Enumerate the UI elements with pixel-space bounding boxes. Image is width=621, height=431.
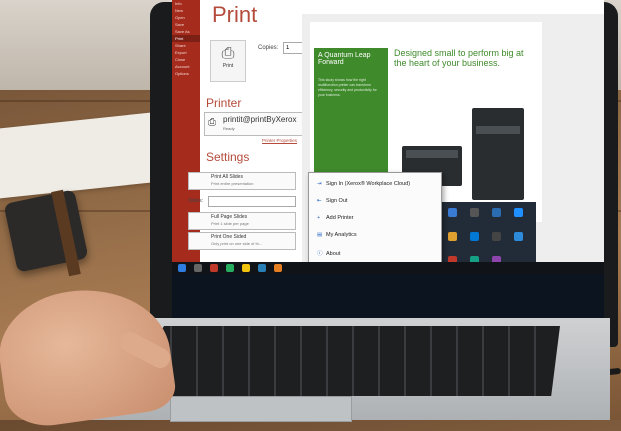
settings-heading: Settings xyxy=(206,150,250,164)
sidebar-item-save-as[interactable]: Save As xyxy=(172,28,200,35)
context-menu-label: About xyxy=(326,251,341,257)
context-menu-label: Add Printer xyxy=(326,215,354,221)
search-icon[interactable] xyxy=(194,264,202,272)
sidebar-item-info[interactable]: Info xyxy=(172,0,200,7)
option-sub: Print entire presentation xyxy=(211,181,254,186)
sidebar-item-save[interactable]: Save xyxy=(172,21,200,28)
copies-control: Copies: xyxy=(258,42,308,54)
layout-dropdown[interactable]: Full Page Slides Print 1 slide per page xyxy=(188,212,296,230)
printer-properties-link[interactable]: Printer Properties xyxy=(262,138,297,143)
taskbar-app-icon[interactable] xyxy=(226,264,234,272)
context-menu-label: My Analytics xyxy=(326,232,357,238)
option-main: Full Page Slides xyxy=(211,214,248,220)
printer-name: printit@printByXerox xyxy=(223,115,297,124)
tray-app-icon[interactable] xyxy=(514,232,523,241)
sidebar-item-account[interactable]: Account xyxy=(172,63,200,70)
context-menu-label: Sign In (Xerox® Workplace Cloud) xyxy=(326,181,411,187)
tray-app-icon[interactable] xyxy=(514,208,523,217)
trackpad xyxy=(170,396,352,422)
info-icon: ⓘ xyxy=(317,251,323,257)
printer-heading: Printer xyxy=(206,96,242,110)
analytics-icon: ▤ xyxy=(317,232,323,238)
slides-input[interactable] xyxy=(208,196,296,207)
tray-app-icon[interactable] xyxy=(448,232,457,241)
context-menu-item[interactable]: ⓘ About xyxy=(317,249,340,257)
green-panel-text: This study shows how the right multifunc… xyxy=(318,78,377,97)
sidebar-item-print[interactable]: Print xyxy=(172,35,200,42)
keyboard xyxy=(120,326,560,396)
copies-label: Copies: xyxy=(258,45,279,51)
tray-app-icon[interactable] xyxy=(448,208,457,217)
sidebar-item-open[interactable]: Open xyxy=(172,14,200,21)
sidebar-item-options[interactable]: Options xyxy=(172,70,200,77)
context-menu-label: Sign Out xyxy=(326,198,348,204)
tray-app-icon[interactable] xyxy=(492,232,501,241)
sidebar-list: Info New Open Save Save As Print Share Export Cl… xyxy=(172,0,200,77)
sidebar-item-share[interactable]: Share xyxy=(172,42,200,49)
context-menu-item[interactable]: ▤ My Analytics xyxy=(317,232,357,238)
tray-app-icon[interactable] xyxy=(470,208,479,217)
sidebar-item-new[interactable]: New xyxy=(172,7,200,14)
start-icon[interactable] xyxy=(178,264,186,272)
tray-app-icon[interactable] xyxy=(492,208,501,217)
printer-dropdown[interactable]: ⎙ printit@printByXerox Ready xyxy=(204,112,308,136)
add-printer-icon: + xyxy=(317,215,321,221)
tray-app-icon[interactable] xyxy=(470,232,479,241)
option-main: Print One Sided xyxy=(211,234,247,240)
slides-label: Slides: xyxy=(188,198,204,204)
laptop-screen: Info New Open Save Save As Print Share Export Cl… xyxy=(172,0,604,336)
taskbar-app-icon[interactable] xyxy=(242,264,250,272)
printer-device-icon: ⎙ xyxy=(208,117,216,128)
green-panel-title: A Quantum Leap Forward xyxy=(318,52,371,66)
sidebar-item-export[interactable]: Export xyxy=(172,49,200,56)
paper-stack xyxy=(0,111,160,199)
printer-status: Ready xyxy=(223,126,235,131)
option-sub: Print 1 slide per page xyxy=(211,221,249,226)
sidebar-item-close[interactable]: Close xyxy=(172,56,200,63)
sides-dropdown[interactable]: Print One Sided Only print on one side o… xyxy=(188,232,296,250)
context-menu-item[interactable]: ⇤ Sign Out xyxy=(317,198,347,204)
sign-out-icon: ⇤ xyxy=(317,198,322,204)
context-menu-item[interactable]: + Add Printer xyxy=(317,215,354,221)
context-menu-item[interactable]: ⇥ Sign In (Xerox® Workplace Cloud) xyxy=(317,181,410,187)
taskbar-app-icon[interactable] xyxy=(210,264,218,272)
taskbar-app-icon[interactable] xyxy=(258,264,266,272)
option-sub: Only print on one side of th... xyxy=(211,241,263,246)
sign-in-icon: ⇥ xyxy=(317,181,322,187)
print-button-label: Print xyxy=(222,63,234,69)
option-main: Print All Slides xyxy=(211,174,243,180)
taskbar-app-icon[interactable] xyxy=(274,264,282,272)
print-button[interactable]: ⎙ Print xyxy=(210,40,246,82)
page-title: Print xyxy=(212,2,258,27)
printer-icon: ⎙ xyxy=(221,45,235,62)
print-range-dropdown[interactable]: Print All Slides Print entire presentati… xyxy=(188,172,296,190)
printer-image xyxy=(472,108,524,200)
slide-headline: Designed small to perform big at the hea… xyxy=(394,48,524,68)
taskbar xyxy=(172,262,604,274)
